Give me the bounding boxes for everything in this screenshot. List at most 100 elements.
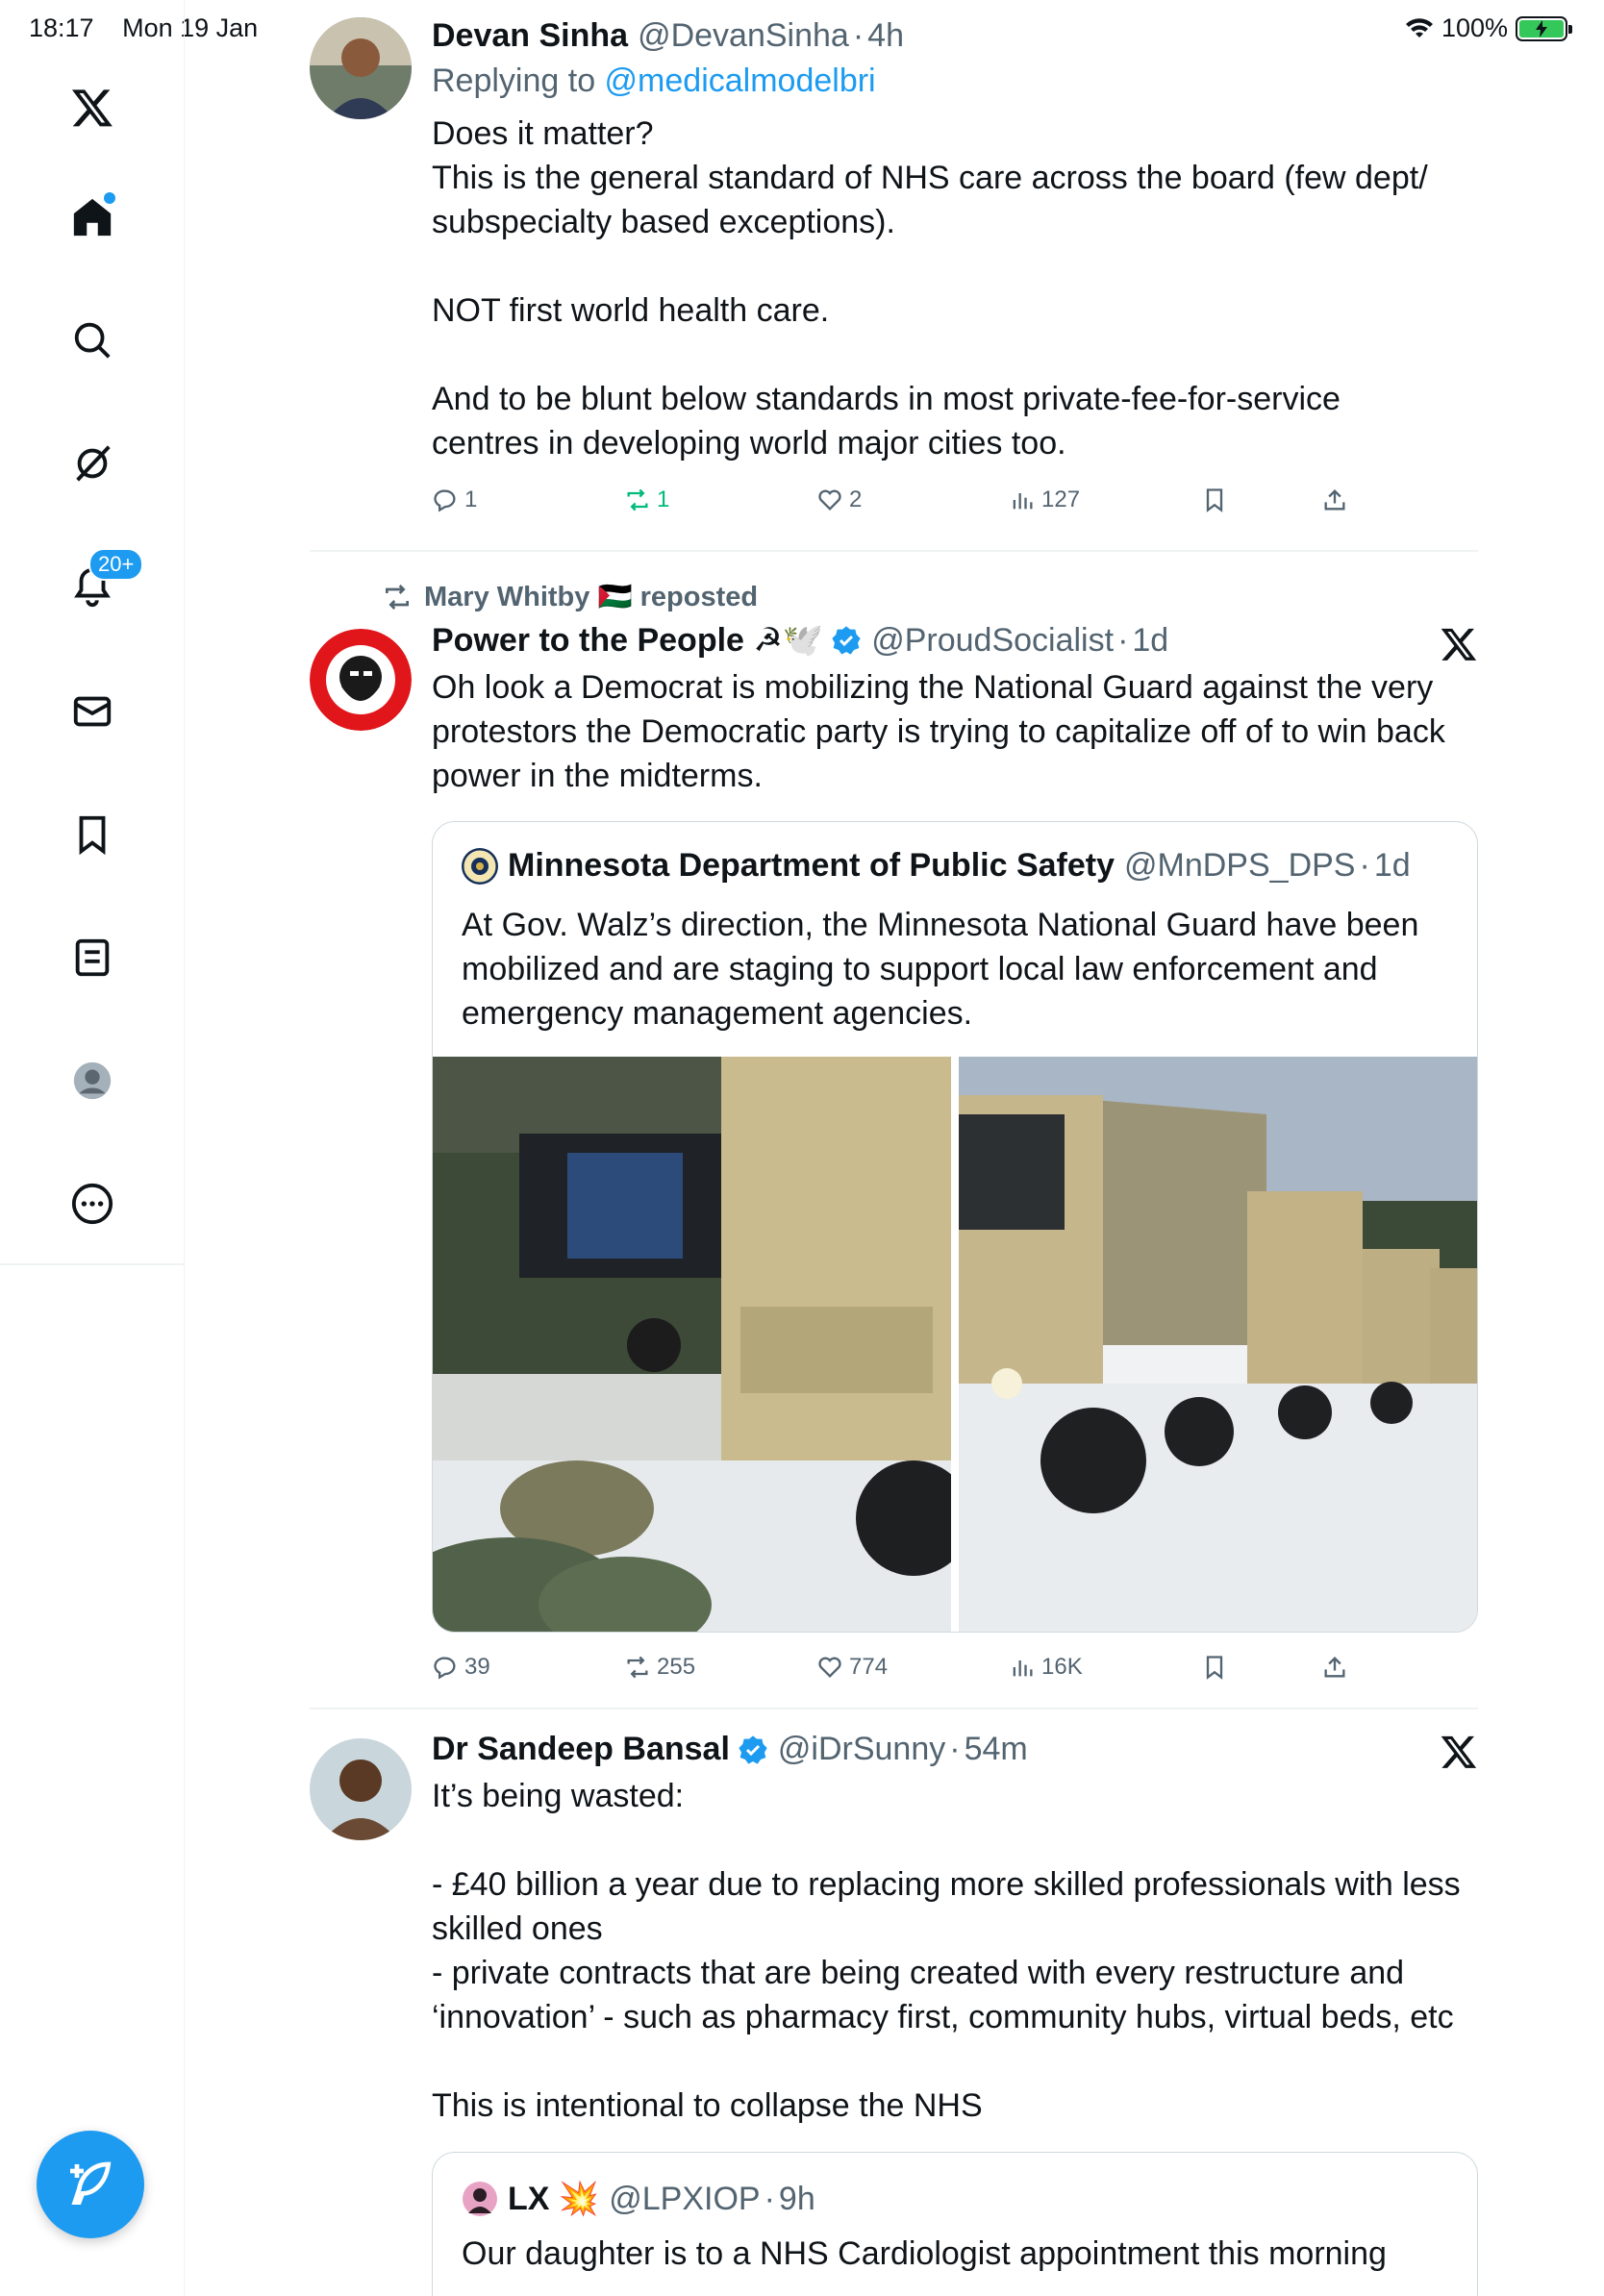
home-unread-dot bbox=[104, 192, 115, 204]
x-logo-icon bbox=[1441, 628, 1477, 661]
sidebar-divider bbox=[0, 1263, 185, 1265]
quote-author-name: LX 💥 bbox=[508, 2181, 600, 2217]
quote-time: 9h bbox=[778, 2180, 815, 2217]
like-count: 774 bbox=[849, 1654, 889, 1680]
tweet-text: Oh look a Democrat is mobilizing the Nat… bbox=[432, 669, 1445, 794]
tweet-text: It’s being wasted: - £40 billion a year … bbox=[432, 1778, 1461, 2124]
x-logo-icon bbox=[1441, 1735, 1477, 1768]
share-button[interactable] bbox=[1321, 487, 1348, 513]
repost-icon bbox=[627, 1656, 648, 1679]
tweet-actions: 39 255 774 16K bbox=[432, 1654, 1355, 1692]
quote-header: Minnesota Department of Public Safety @M… bbox=[462, 847, 1411, 885]
avatar[interactable] bbox=[310, 1738, 412, 1840]
repost-label-text[interactable]: Mary Whitby 🇵🇸 reposted bbox=[424, 581, 758, 613]
bookmark-button[interactable] bbox=[1201, 487, 1228, 513]
quote-media[interactable] bbox=[433, 1057, 1478, 1633]
sidebar: 20+ bbox=[0, 0, 185, 2296]
avatar[interactable] bbox=[310, 17, 412, 119]
reply-icon bbox=[434, 489, 456, 512]
author-handle[interactable]: @ProudSocialist bbox=[871, 622, 1114, 660]
repost-label: Mary Whitby 🇵🇸 reposted bbox=[382, 581, 758, 613]
heart-icon bbox=[818, 489, 841, 511]
quoted-tweet[interactable]: Minnesota Department of Public Safety @M… bbox=[432, 821, 1478, 1633]
reply-count: 39 bbox=[464, 1654, 490, 1680]
home-icon[interactable] bbox=[63, 188, 121, 246]
repost-button[interactable]: 1 bbox=[624, 487, 669, 513]
quote-avatar bbox=[463, 2182, 497, 2216]
notifications-badge: 20+ bbox=[88, 548, 144, 581]
tweet-time[interactable]: 1d bbox=[1132, 622, 1168, 660]
author-name[interactable]: Power to the People ☭🕊️ bbox=[432, 621, 823, 660]
bookmark-icon bbox=[1206, 488, 1223, 512]
quote-text: At Gov. Walz’s direction, the Minnesota … bbox=[462, 907, 1419, 1032]
compose-post-button[interactable] bbox=[37, 2131, 144, 2238]
reply-icon bbox=[434, 1657, 456, 1680]
battery-icon bbox=[1516, 15, 1572, 41]
tweet[interactable]: Dr Sandeep Bansal @iDrSunny · 54m It’s b… bbox=[310, 1731, 1478, 2296]
verified-badge-icon bbox=[739, 1734, 767, 1764]
tweet-time[interactable]: 54m bbox=[965, 1731, 1028, 1768]
tweet-actions: 1 1 2 127 bbox=[432, 487, 1355, 525]
like-count: 2 bbox=[849, 487, 863, 512]
compose-feather-icon bbox=[70, 2161, 112, 2205]
reply-button[interactable]: 1 bbox=[432, 487, 477, 513]
tweet[interactable]: Mary Whitby 🇵🇸 reposted Power to the Peo… bbox=[310, 577, 1478, 1702]
repost-icon bbox=[627, 488, 648, 512]
like-button[interactable]: 774 bbox=[816, 1654, 888, 1681]
reply-button[interactable]: 39 bbox=[432, 1654, 490, 1681]
share-button[interactable] bbox=[1321, 1654, 1348, 1681]
quote-author-handle: @MnDPS_DPS bbox=[1124, 847, 1356, 884]
media-photo-truck-convoy[interactable] bbox=[959, 1057, 1478, 1633]
tweet-header: Devan Sinha @DevanSinha · 4h bbox=[432, 17, 904, 55]
author-handle[interactable]: @iDrSunny bbox=[778, 1731, 945, 1768]
notifications-icon[interactable]: 20+ bbox=[63, 548, 144, 615]
grok-icon[interactable] bbox=[63, 435, 121, 492]
quote-author-handle: @LPXIOP bbox=[609, 2180, 761, 2217]
search-icon[interactable] bbox=[63, 312, 121, 369]
media-photo-soldiers-loading[interactable] bbox=[433, 1057, 951, 1633]
verified-badge-icon bbox=[832, 626, 861, 655]
quoted-tweet[interactable]: LX 💥 @LPXIOP · 9h Our daughter is to a N… bbox=[432, 2152, 1478, 2296]
tweet-time[interactable]: 4h bbox=[867, 17, 904, 55]
repost-count: 1 bbox=[657, 487, 670, 512]
tweet-text: Does it matter? This is the general stan… bbox=[432, 115, 1428, 462]
reply-count: 1 bbox=[464, 487, 478, 512]
tweet-header: Power to the People ☭🕊️ @ProudSocialist … bbox=[432, 621, 1169, 660]
lists-icon[interactable] bbox=[63, 929, 121, 986]
messages-icon[interactable] bbox=[63, 683, 121, 740]
bookmark-icon bbox=[1206, 1656, 1223, 1680]
replying-to-handle[interactable]: @medicalmodelbri bbox=[605, 62, 876, 99]
profile-icon[interactable] bbox=[63, 1052, 121, 1110]
replying-to: Replying to @medicalmodelbri bbox=[432, 62, 876, 99]
views-count: 127 bbox=[1041, 487, 1081, 512]
bookmark-button[interactable] bbox=[1201, 1654, 1228, 1681]
quote-header: LX 💥 @LPXIOP · 9h bbox=[462, 2180, 815, 2218]
bookmarks-icon[interactable] bbox=[63, 806, 121, 863]
author-name[interactable]: Devan Sinha bbox=[432, 17, 628, 55]
quote-text: Our daughter is to a NHS Cardiologist ap… bbox=[462, 2235, 1387, 2272]
quote-time: 1d bbox=[1373, 847, 1411, 884]
views-count: 16K bbox=[1041, 1654, 1083, 1680]
author-name[interactable]: Dr Sandeep Bansal bbox=[432, 1731, 730, 1768]
tweet-header: Dr Sandeep Bansal @iDrSunny · 54m bbox=[432, 1731, 1028, 1768]
tweet[interactable]: Devan Sinha @DevanSinha · 4h Replying to… bbox=[310, 17, 1478, 556]
views-button[interactable]: 127 bbox=[1009, 487, 1080, 513]
tweet-divider bbox=[310, 550, 1478, 552]
avatar[interactable] bbox=[310, 629, 412, 731]
repost-count: 255 bbox=[657, 1654, 696, 1680]
repost-button[interactable]: 255 bbox=[624, 1654, 695, 1681]
tweet-divider bbox=[310, 1708, 1478, 1710]
author-handle[interactable]: @DevanSinha bbox=[638, 17, 849, 55]
share-icon bbox=[1324, 489, 1345, 511]
like-button[interactable]: 2 bbox=[816, 487, 862, 513]
views-icon bbox=[1013, 1660, 1033, 1677]
quote-avatar bbox=[462, 847, 498, 885]
x-logo-icon[interactable] bbox=[63, 79, 121, 137]
views-icon bbox=[1013, 493, 1033, 510]
share-icon bbox=[1324, 1657, 1345, 1678]
views-button[interactable]: 16K bbox=[1009, 1654, 1083, 1681]
more-icon[interactable] bbox=[63, 1175, 121, 1233]
quote-author-name: Minnesota Department of Public Safety bbox=[508, 847, 1115, 884]
repost-icon bbox=[386, 585, 409, 610]
heart-icon bbox=[818, 1657, 841, 1678]
